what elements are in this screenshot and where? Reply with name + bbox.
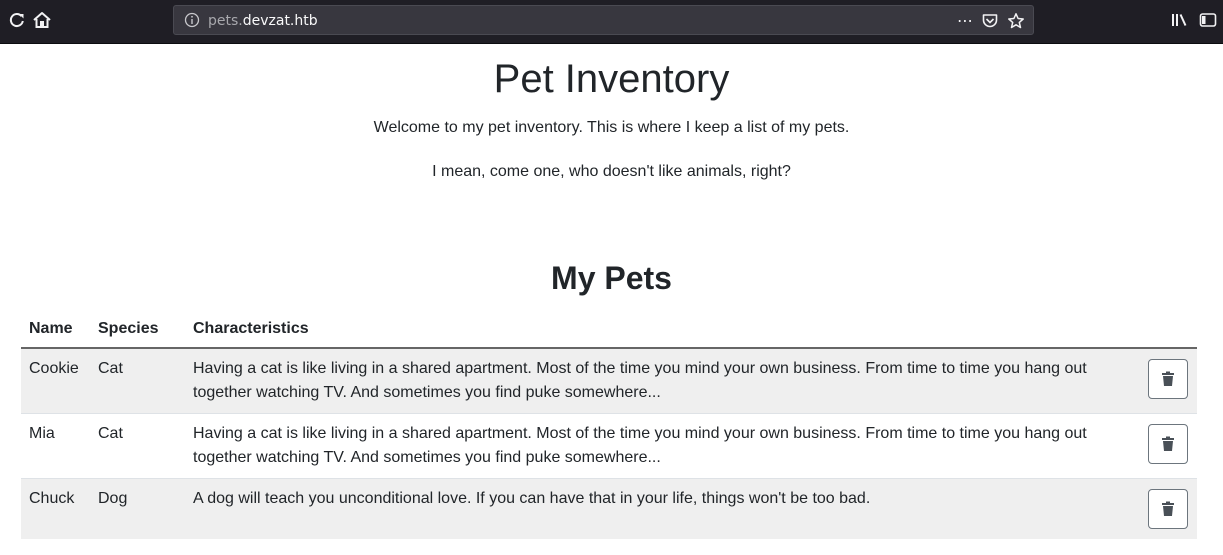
intro-subtext: I mean, come one, who doesn't like anima…	[432, 163, 791, 180]
column-header-name: Name	[21, 310, 90, 349]
star-icon[interactable]	[1007, 12, 1025, 30]
trash-icon	[1162, 371, 1174, 386]
browser-toolbar: pets.devzat.htb ⋯	[0, 0, 1223, 44]
table-row: Chuck Dog A dog will teach you unconditi…	[21, 478, 1197, 539]
pet-name: Mia	[21, 413, 90, 479]
pet-characteristics: Having a cat is like living in a shared …	[185, 347, 1139, 414]
delete-button[interactable]	[1148, 489, 1188, 529]
section-title: My Pets	[551, 260, 672, 296]
trash-icon	[1162, 436, 1174, 451]
trash-icon	[1162, 501, 1174, 516]
page-title: Pet Inventory	[493, 57, 730, 101]
pet-species: Cat	[90, 347, 185, 414]
library-icon[interactable]	[1168, 9, 1190, 31]
url-bar[interactable]: pets.devzat.htb ⋯	[173, 5, 1034, 35]
column-header-species: Species	[90, 310, 185, 349]
pet-species: Dog	[90, 478, 185, 539]
pet-characteristics: A dog will teach you unconditional love.…	[185, 478, 1139, 539]
column-header-characteristics: Characteristics	[185, 310, 1139, 349]
pet-species: Cat	[90, 413, 185, 479]
table-row: Mia Cat Having a cat is like living in a…	[21, 413, 1197, 479]
pocket-icon[interactable]	[981, 12, 999, 30]
row-actions	[1139, 347, 1197, 414]
home-icon[interactable]	[31, 9, 53, 31]
sidebar-icon[interactable]	[1197, 9, 1219, 31]
more-actions-icon[interactable]: ⋯	[957, 11, 973, 31]
table-row: Cookie Cat Having a cat is like living i…	[21, 347, 1197, 414]
pet-characteristics: Having a cat is like living in a shared …	[185, 413, 1139, 479]
row-actions	[1139, 413, 1197, 479]
info-icon[interactable]	[184, 12, 200, 28]
delete-button[interactable]	[1148, 359, 1188, 399]
reload-icon[interactable]	[6, 9, 28, 31]
table-header-row: Name Species Characteristics	[21, 310, 1197, 349]
intro-text: Welcome to my pet inventory. This is whe…	[373, 119, 850, 136]
url-text[interactable]: pets.devzat.htb	[208, 12, 318, 30]
pet-name: Chuck	[21, 478, 90, 539]
delete-button[interactable]	[1148, 424, 1188, 464]
pets-table: Name Species Characteristics Cookie Cat …	[21, 310, 1197, 539]
pet-name: Cookie	[21, 347, 90, 414]
row-actions	[1139, 478, 1197, 539]
url-actions: ⋯	[957, 10, 1025, 32]
column-header-action	[1139, 310, 1197, 349]
